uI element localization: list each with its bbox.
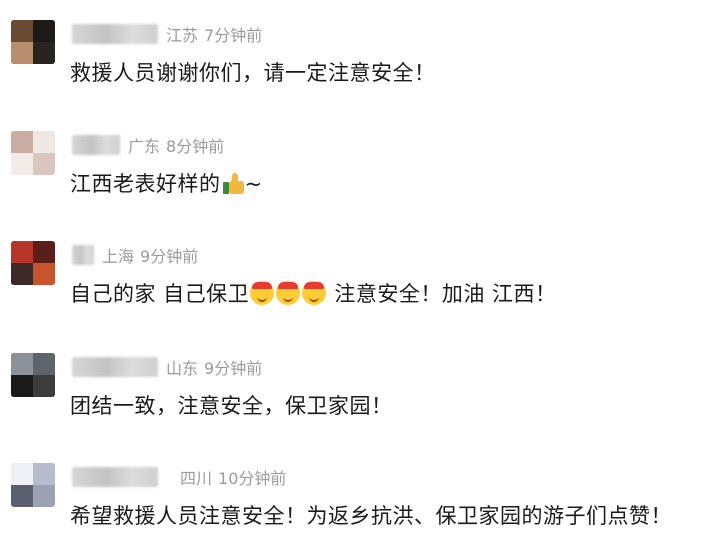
timestamp: 7分钟前 <box>204 26 263 45</box>
comment-meta: 山东 9分钟前 <box>72 356 262 378</box>
comment-text-main: 自己的家 自己保卫 <box>70 282 250 306</box>
comment-meta: 江苏 7分钟前 <box>72 23 262 45</box>
location-label: 广东 <box>128 137 161 156</box>
timestamp: 8分钟前 <box>166 137 225 156</box>
location-label: 四川 <box>180 469 213 488</box>
comment-text-after: 注意安全！加油 江西！ <box>327 282 557 306</box>
comment-item: 江苏 7分钟前 救援人员谢谢你们，请一定注意安全！ <box>0 0 723 110</box>
comment-text: 团结一致，注意安全，保卫家园！ <box>70 394 393 418</box>
avatar[interactable] <box>11 131 55 175</box>
comment-text: 自己的家 自己保卫 注意安全！加油 江西！ <box>70 280 557 308</box>
saluting-face-icon <box>250 281 275 305</box>
nickname-blurred[interactable] <box>72 245 94 265</box>
comment-item: 广东 8分钟前 江西老表好样的 ~ <box>0 111 723 221</box>
avatar[interactable] <box>11 463 55 507</box>
avatar[interactable] <box>11 241 55 285</box>
avatar[interactable] <box>11 353 55 397</box>
comment-text: 希望救援人员注意安全！为返乡抗洪、保卫家园的游子们点赞！ <box>70 504 672 528</box>
avatar[interactable] <box>11 20 55 64</box>
nickname-blurred[interactable] <box>72 135 120 155</box>
comment-item: 四川 10分钟前 希望救援人员注意安全！为返乡抗洪、保卫家园的游子们点赞！ <box>0 443 723 553</box>
comment-text-suffix: ~ <box>244 172 263 196</box>
comment-text-main: 江西老表好样的 <box>70 172 221 196</box>
comment-meta: 广东 8分钟前 <box>72 134 224 156</box>
comment-text: 救援人员谢谢你们，请一定注意安全！ <box>70 61 436 85</box>
location-label: 江苏 <box>166 26 199 45</box>
comment-meta: 四川 10分钟前 <box>72 466 286 488</box>
comment-text: 江西老表好样的 ~ <box>70 170 263 198</box>
location-label: 山东 <box>166 359 199 378</box>
saluting-face-icon <box>276 281 301 305</box>
nickname-blurred[interactable] <box>72 467 158 487</box>
comment-item: 山东 9分钟前 团结一致，注意安全，保卫家园！ <box>0 333 723 443</box>
nickname-blurred[interactable] <box>72 24 158 44</box>
comment-meta: 上海 9分钟前 <box>72 244 198 266</box>
timestamp: 10分钟前 <box>218 469 287 488</box>
thumbs-up-icon <box>222 172 245 194</box>
nickname-blurred[interactable] <box>72 357 158 377</box>
timestamp: 9分钟前 <box>204 359 263 378</box>
timestamp: 9分钟前 <box>140 247 199 266</box>
location-label: 上海 <box>102 247 135 266</box>
comment-item: 上海 9分钟前 自己的家 自己保卫 注意安全！加油 江西！ <box>0 221 723 331</box>
saluting-face-icon <box>302 281 327 305</box>
